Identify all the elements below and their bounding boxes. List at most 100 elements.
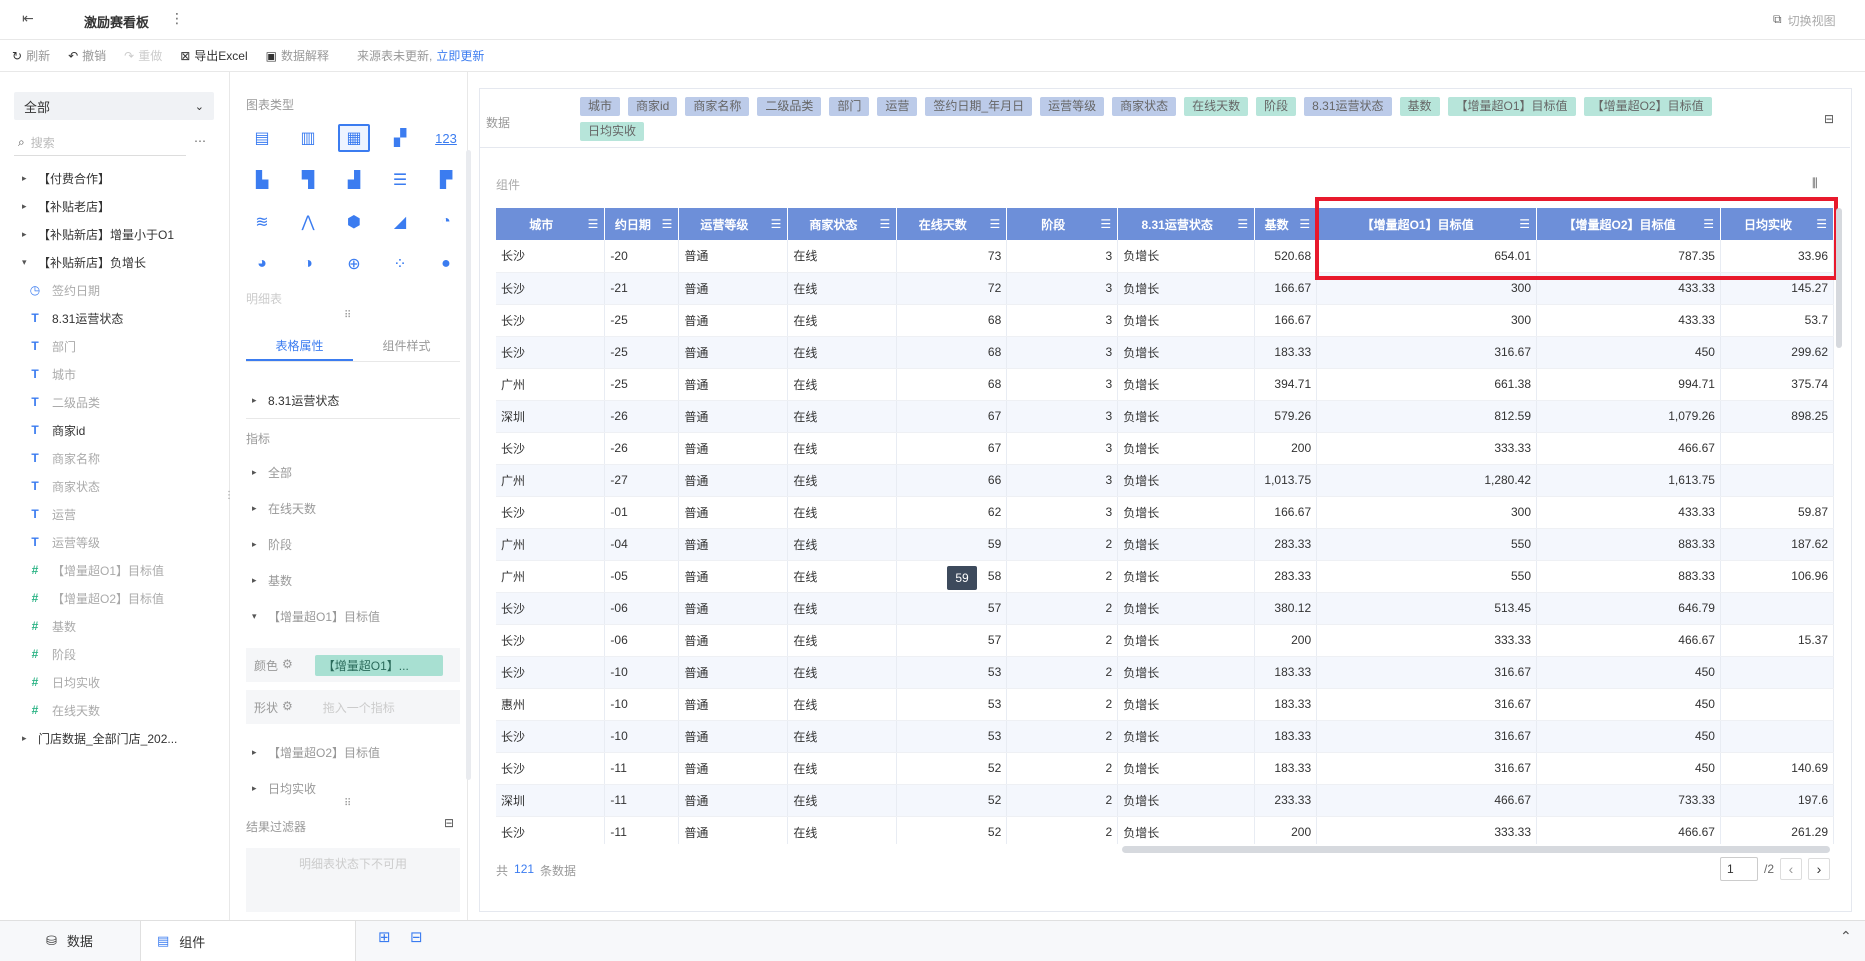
detail-table-icon[interactable]: ▦ [338,124,370,152]
column-header[interactable]: 日均实收 ☰ [1720,208,1834,240]
field-item[interactable]: T 运营 [22,500,222,528]
field-item[interactable]: # 阶段 [22,640,222,668]
data-field-chip[interactable]: 城市 [580,97,621,116]
settings-icon[interactable]: ⚙ [282,699,293,716]
pivot-table-icon[interactable]: ▥ [292,124,324,152]
table-row[interactable]: 长沙 -10 普通 在线 53 2 负增长 183.33 316.67 450 [496,656,1834,689]
tab-component-style[interactable]: 组件样式 [353,330,460,361]
export-excel-button[interactable]: ⊠ 导出Excel [180,47,247,64]
add-chart-icon[interactable]: ⊞ [378,928,391,946]
column-header[interactable]: 阶段 ☰ [1006,208,1119,240]
tab-table-attributes[interactable]: 表格属性 [246,330,353,361]
bar-chart-icon[interactable]: ▟ [338,166,370,194]
shape-drop-zone[interactable]: 拖入一个指标 [323,699,395,716]
sort-icon[interactable]: ☰ [662,217,673,231]
sort-icon[interactable]: ☰ [1237,217,1248,231]
area-chart-icon[interactable]: ◢ [384,208,416,236]
options-icon[interactable]: ⋯ [194,134,206,148]
range-bar-icon[interactable]: ▛ [430,166,462,194]
metric-item-base[interactable]: ▸ 基数 [252,572,292,589]
column-header[interactable]: 8.31运营状态 ☰ [1117,208,1256,240]
column-header[interactable]: 在线天数 ☰ [896,208,1008,240]
table-row[interactable]: 长沙 -26 普通 在线 67 3 负增长 200 333.33 466.67 [496,432,1834,465]
horizontal-scrollbar[interactable] [1122,846,1830,853]
data-field-chip[interactable]: 8.31运营状态 [1304,97,1392,116]
kpi-icon[interactable]: 123 [430,124,462,152]
field-item[interactable]: # 【增量超O1】目标值 [22,556,222,584]
color-field-chip[interactable]: 【增量超O1】... [314,654,443,676]
pie-chart-icon[interactable]: ◕ [246,250,278,278]
sort-icon[interactable]: ☰ [1816,217,1827,231]
folder-item[interactable]: ▸ 【付费合作】 [22,164,222,192]
field-item[interactable]: T 城市 [22,360,222,388]
field-item[interactable]: T 部门 [22,332,222,360]
settings-icon[interactable]: ⚙ [282,657,293,674]
scatter-icon[interactable]: ⁘ [384,250,416,278]
data-field-chip[interactable]: 在线天数 [1184,97,1249,116]
metric-item-o1-target[interactable]: ▾ 【增量超O1】目标值 [252,608,380,625]
donut-chart-icon[interactable]: ◑ [292,250,324,278]
table-row[interactable]: 长沙 -06 普通 在线 57 2 负增长 200 333.33 466.67 15.37 [496,624,1834,657]
table-row[interactable]: 广州 -27 普通 在线 66 3 负增长 1,013.75 1,280.42 1,613.75 [496,464,1834,497]
stacked-bar-icon[interactable]: ▜ [292,166,324,194]
sort-icon[interactable]: ☰ [771,217,782,231]
collapse-up-icon[interactable]: ⌃ [1840,928,1852,945]
tab-data[interactable]: ⛁ 数据 [30,920,140,961]
search-input[interactable]: 搜索 [31,134,55,151]
folder-item[interactable]: ▸ 门店数据_全部门店_202... [22,724,222,752]
page-input[interactable]: 1 [1720,857,1758,881]
metric-item-all[interactable]: ▸ 全部 [252,464,292,481]
metric-item-stage[interactable]: ▸ 阶段 [252,536,292,553]
tab-component[interactable]: ▤ 组件 [140,920,356,961]
card-icon[interactable]: ▞ [384,124,416,152]
sort-icon[interactable]: ☰ [880,217,891,231]
line-chart-icon[interactable]: ⋀ [292,208,324,236]
field-item[interactable]: T 商家id [22,416,222,444]
column-header[interactable]: 基数 ☰ [1254,208,1318,240]
metric-item-o2-target[interactable]: ▸ 【增量超O2】目标值 [252,744,380,761]
folder-item[interactable]: ▸ 【补贴新店】增量小于O1 [22,220,222,248]
table-row[interactable]: 深圳 -26 普通 在线 67 3 负增长 579.26 812.59 1,079.26 898.2… [496,400,1834,433]
column-settings-icon[interactable]: ⫼ [1812,176,1818,191]
data-field-chip[interactable]: 【增量超O2】目标值 [1583,97,1712,116]
table-row[interactable]: 长沙 -06 普通 在线 57 2 负增长 380.12 513.45 646.79 [496,592,1834,625]
prev-page-button[interactable]: ‹ [1780,858,1803,880]
sort-icon[interactable]: ☰ [588,217,599,231]
sort-icon[interactable]: ☰ [990,217,1001,231]
data-field-chip[interactable]: 运营等级 [1040,97,1105,116]
data-field-chip[interactable]: 部门 [829,97,870,116]
field-item[interactable]: ◷ 签约日期 [22,276,222,304]
column-header[interactable]: 城市 ☰ [496,208,606,240]
add-table-icon[interactable]: ⊟ [410,928,423,946]
table-row[interactable]: 长沙 -11 普通 在线 52 2 负增长 200 333.33 466.67 261.29 [496,816,1834,844]
switch-view-button[interactable]: ⧉ 切换视图 [1773,12,1836,29]
resize-handle-icon[interactable]: ⋮ [224,490,234,501]
table-icon[interactable]: ▤ [246,124,278,152]
data-field-chip[interactable]: 签约日期_年月日 [925,97,1033,116]
redo-button[interactable]: ↷ 重做 [124,47,162,64]
field-item[interactable]: # 基数 [22,612,222,640]
vertical-scrollbar[interactable] [1836,208,1842,348]
field-item[interactable]: # 【增量超O2】目标值 [22,584,222,612]
data-field-chip[interactable]: 商家名称 [685,97,750,116]
horizontal-bar-icon[interactable]: ☰ [384,166,416,194]
data-field-chip[interactable]: 商家状态 [1112,97,1177,116]
table-row[interactable]: 长沙 -01 普通 在线 62 3 负增长 166.67 300 433.33 59.87 [496,496,1834,529]
data-field-chip[interactable]: 阶段 [1256,97,1297,116]
sort-icon[interactable]: ☰ [1299,217,1310,231]
field-item[interactable]: T 商家名称 [22,444,222,472]
table-row[interactable]: 长沙 -25 普通 在线 68 3 负增长 166.67 300 433.33 53.7 [496,304,1834,337]
data-field-chip[interactable]: 商家id [628,97,678,116]
data-panel-icon[interactable]: ⊟ [1824,112,1834,126]
filter-lock-icon[interactable]: ⊟ [444,816,454,830]
folder-item[interactable]: ▾ 【补贴新店】负增长 [22,248,222,276]
polygon-icon[interactable]: ⬢ [338,208,370,236]
dimension-item[interactable]: ▸ 8.31运营状态 [252,392,339,409]
data-explain-button[interactable]: ▣ 数据解释 [266,47,329,64]
field-item[interactable]: # 日均实收 [22,668,222,696]
metric-item-online-days[interactable]: ▸ 在线天数 [252,500,316,517]
table-row[interactable]: 广州 -04 普通 在线 59 2 负增长 283.33 550 883.33 187.62 [496,528,1834,561]
table-row[interactable]: 长沙 -21 普通 在线 72 3 负增长 166.67 300 433.33 145.27 [496,272,1834,305]
sort-icon[interactable]: ☰ [1100,217,1111,231]
data-field-chip[interactable]: 日均实收 [580,122,645,141]
